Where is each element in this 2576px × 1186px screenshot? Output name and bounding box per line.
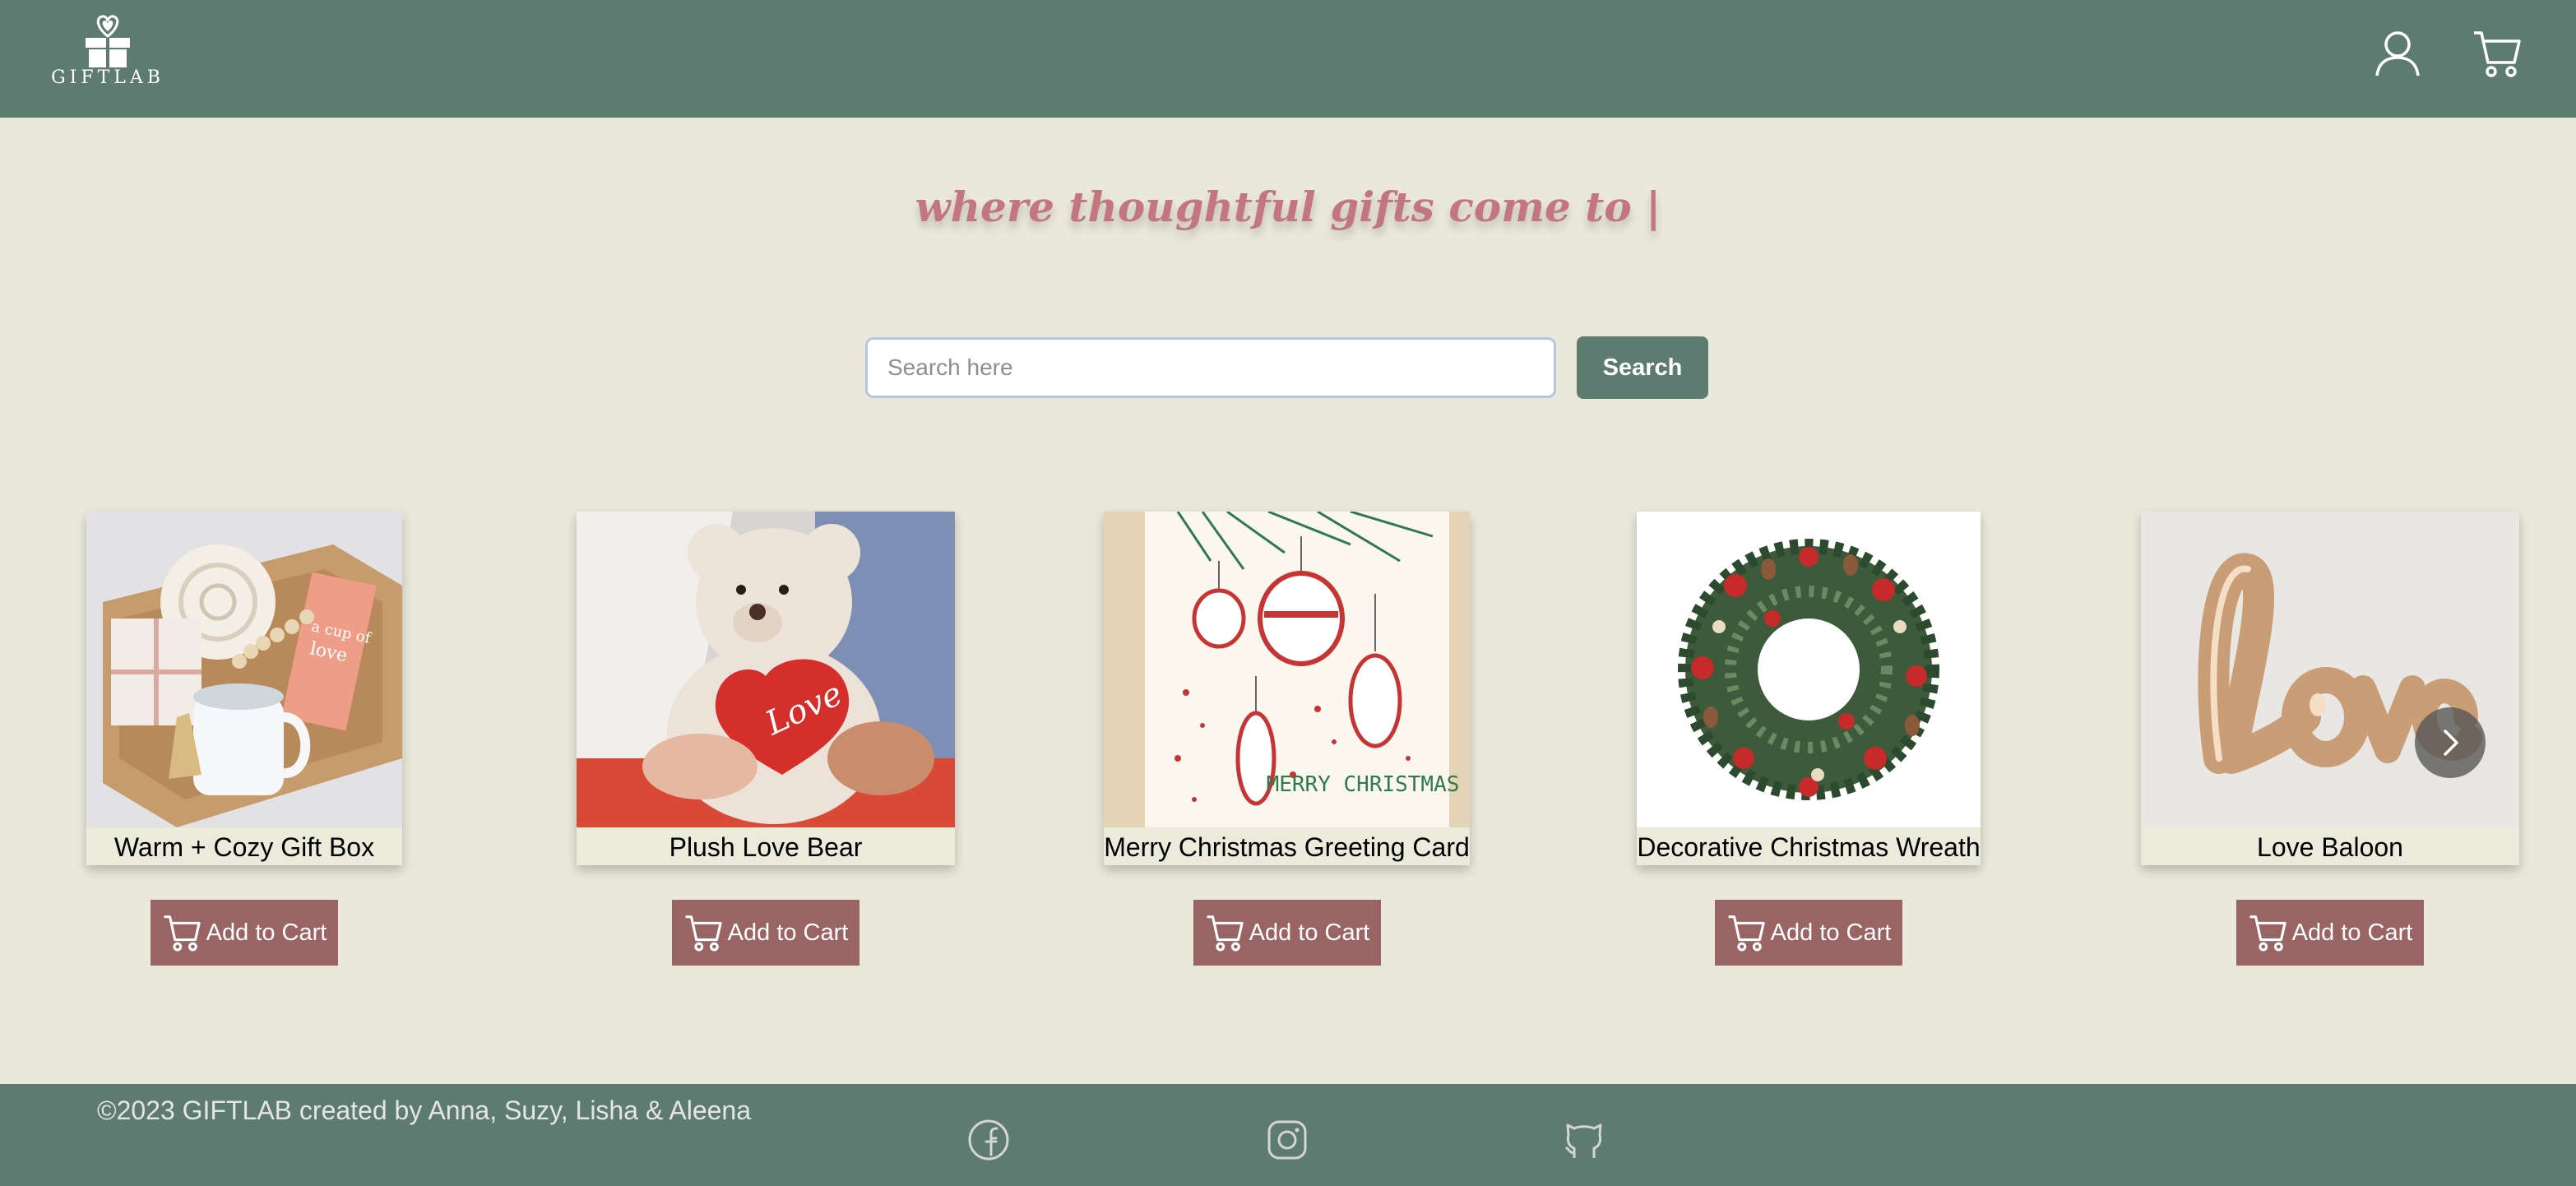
card-line-1: MERRY CHRISTMAS [1267,772,1460,797]
facebook-icon[interactable] [967,1119,1010,1165]
product-card[interactable]: a cup of love Warm + Cozy Gift Box [86,512,402,865]
add-to-cart-label: Add to Cart [2291,919,2413,946]
gift-heart-logo-icon [86,15,130,67]
wreath-image[interactable] [1637,512,1981,827]
cart-icon [2249,915,2286,952]
add-to-cart-button[interactable]: Add to Cart [1193,900,1381,966]
shopping-cart-icon[interactable] [2472,28,2524,83]
search-input[interactable] [865,337,1556,398]
teddy-bear-image[interactable]: Love [577,512,955,827]
logo-text: GIFTLAB [51,67,164,88]
carousel-next-button[interactable] [2415,707,2486,778]
add-to-cart-button[interactable]: Add to Cart [2236,900,2424,966]
cart-icon [1728,915,1765,952]
christmas-card-image[interactable]: MERRY CHRISTMAS [1104,512,1470,827]
product-name[interactable]: Merry Christmas Greeting Card [1104,829,1470,865]
github-icon[interactable] [1563,1119,1605,1165]
product-name[interactable]: Decorative Christmas Wreath [1637,829,1981,865]
love-balloon-image[interactable] [2141,512,2519,827]
cart-icon [164,915,201,952]
product-card[interactable]: Decorative Christmas Wreath [1637,512,1981,865]
add-to-cart-button[interactable]: Add to Cart [672,900,859,966]
copyright-text: ©2023 GIFTLAB created by Anna, Suzy, Lis… [97,1096,752,1125]
hero-tagline: where thoughtful gifts come to | [915,183,1661,231]
product-name[interactable]: Love Baloon [2141,829,2519,865]
add-to-cart-label: Add to Cart [1249,919,1370,946]
add-to-cart-label: Add to Cart [1770,919,1892,946]
add-to-cart-label: Add to Cart [206,919,327,946]
top-navbar: GIFTLAB [0,0,2576,118]
gift-box-image[interactable]: a cup of love [86,512,402,827]
footer: ©2023 GIFTLAB created by Anna, Suzy, Lis… [0,1084,2576,1186]
chevron-right-icon [2444,730,2458,756]
add-to-cart-button[interactable]: Add to Cart [151,900,338,966]
product-name[interactable]: Plush Love Bear [577,829,955,865]
user-icon[interactable] [2372,28,2423,83]
giftlab-logo[interactable]: GIFTLAB [49,15,166,90]
cart-icon [685,915,722,952]
product-card[interactable]: Love Baloon [2141,512,2519,865]
product-card[interactable]: Love Plush Love Bear [577,512,955,865]
add-to-cart-label: Add to Cart [727,919,849,946]
search-button[interactable]: Search [1577,336,1708,399]
product-name[interactable]: Warm + Cozy Gift Box [86,829,402,865]
instagram-icon[interactable] [1266,1119,1309,1165]
cart-icon [1207,915,1244,952]
product-card[interactable]: MERRY CHRISTMAS Merry Christmas Greeting… [1104,512,1470,865]
add-to-cart-button[interactable]: Add to Cart [1715,900,1902,966]
